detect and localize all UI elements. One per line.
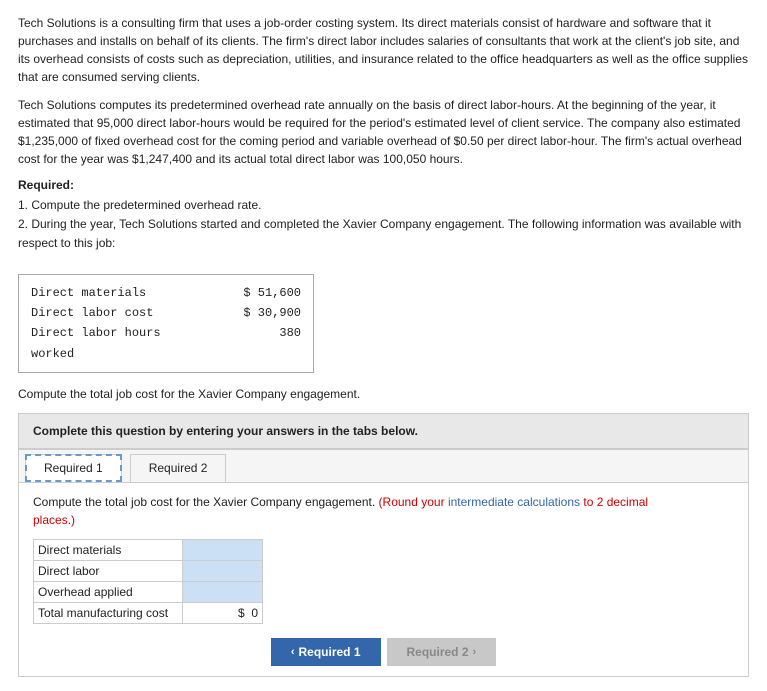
job-data-table: Direct materials $ 51,600 Direct labor c… [18,274,314,374]
paragraph-1: Tech Solutions is a consulting firm that… [18,14,749,86]
dollar-sign: $ [238,606,245,620]
table-row-2: Direct labor cost $ 30,900 [31,303,301,323]
prev-button-label: Required 1 [298,645,360,659]
required-item-1: 1. Compute the predetermined overhead ra… [18,196,749,215]
cost-row-direct-materials: Direct materials [34,540,263,561]
row1-value: $ 51,600 [231,283,301,303]
required-list: 1. Compute the predetermined overhead ra… [18,196,749,254]
cost-row-direct-labor: Direct labor [34,561,263,582]
tab-required-2[interactable]: Required 2 [130,454,227,482]
next-arrow-icon: › [473,646,477,658]
cost-row-overhead-applied: Overhead applied [34,582,263,603]
overhead-applied-input-cell[interactable] [183,582,263,603]
complete-box: Complete this question by entering your … [18,413,749,449]
total-manufacturing-value-cell: $ 0 [183,603,263,624]
round-note-2: places.) [33,513,75,527]
prev-button[interactable]: ‹ Required 1 [271,638,381,666]
overhead-applied-input[interactable] [187,585,258,599]
total-value: 0 [251,606,258,620]
cost-row-total: Total manufacturing cost $ 0 [34,603,263,624]
row3-label: Direct labor hours worked [31,323,201,364]
tab-content-req1: Compute the total job cost for the Xavie… [19,483,748,676]
direct-materials-input[interactable] [187,543,258,557]
required-label: Required: [18,178,749,192]
round-note: (Round your intermediate calculations to… [379,495,649,509]
tab-required-1[interactable]: Required 1 [25,454,122,482]
direct-materials-input-cell[interactable] [183,540,263,561]
required-item-2: 2. During the year, Tech Solutions start… [18,215,749,253]
prev-arrow-icon: ‹ [291,646,295,658]
direct-materials-label: Direct materials [34,540,183,561]
row2-value: $ 30,900 [231,303,301,323]
table-row-1: Direct materials $ 51,600 [31,283,301,303]
paragraph-2: Tech Solutions computes its predetermine… [18,96,749,168]
row3-value: 380 [231,323,301,364]
next-button-label: Required 2 [407,645,469,659]
tabs-header: Required 1 Required 2 [19,450,748,483]
total-manufacturing-label: Total manufacturing cost [34,603,183,624]
cost-table: Direct materials Direct labor Overhead a… [33,539,263,624]
row1-label: Direct materials [31,283,201,303]
overhead-applied-label: Overhead applied [34,582,183,603]
direct-labor-label: Direct labor [34,561,183,582]
compute-text: Compute the total job cost for the Xavie… [18,387,749,401]
complete-box-text: Complete this question by entering your … [33,424,418,438]
table-row-3: Direct labor hours worked 380 [31,323,301,364]
nav-buttons: ‹ Required 1 Required 2 › [33,638,734,666]
direct-labor-input-cell[interactable] [183,561,263,582]
row2-label: Direct labor cost [31,303,201,323]
tab-instruction: Compute the total job cost for the Xavie… [33,493,734,529]
tabs-container: Required 1 Required 2 Compute the total … [18,449,749,677]
instruction-main: Compute the total job cost for the Xavie… [33,495,375,509]
direct-labor-input[interactable] [187,564,258,578]
next-button[interactable]: Required 2 › [387,638,497,666]
